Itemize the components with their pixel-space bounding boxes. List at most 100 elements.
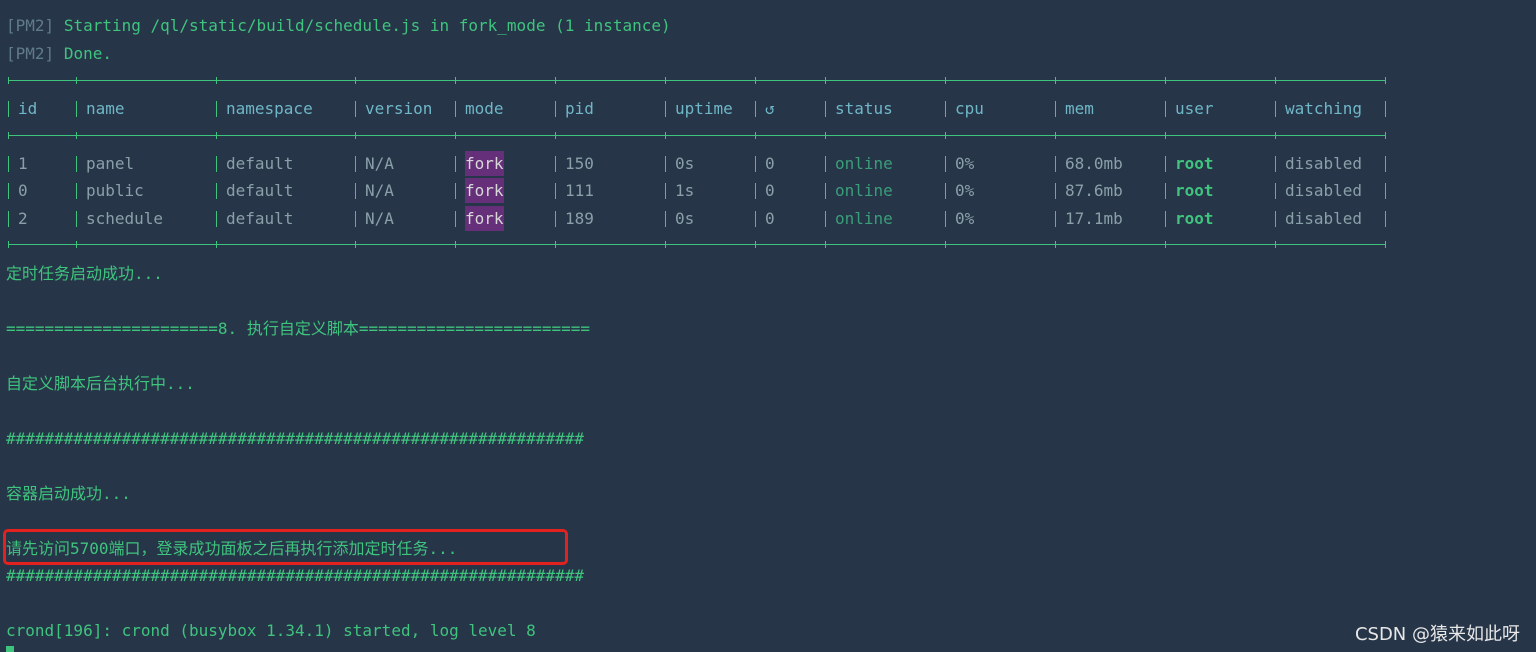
table-cell-name: schedule bbox=[86, 209, 164, 228]
pm2-tag: [PM2] bbox=[6, 16, 55, 35]
table-cell-user: root bbox=[1175, 154, 1214, 173]
table-border-tick bbox=[755, 241, 756, 248]
step8-line: ======================8. 执行自定义脚本========… bbox=[6, 319, 591, 338]
table-column-separator bbox=[1275, 211, 1276, 227]
hash-divider: ########################################… bbox=[6, 429, 584, 448]
table-cell-status: online bbox=[835, 154, 893, 173]
table-column-separator bbox=[1055, 183, 1056, 199]
table-header-user: user bbox=[1175, 99, 1214, 118]
table-cell-version: N/A bbox=[365, 209, 394, 228]
table-border-tick bbox=[555, 132, 556, 139]
table-cell-pid: 111 bbox=[565, 181, 594, 200]
table-column-separator bbox=[755, 183, 756, 199]
table-border-tick bbox=[1165, 241, 1166, 248]
table-column-separator bbox=[1055, 156, 1056, 172]
table-cell-uptime: 0s bbox=[675, 154, 695, 173]
table-column-separator bbox=[8, 211, 9, 227]
table-cell-status: online bbox=[835, 181, 893, 200]
table-cell-watching: disabled bbox=[1285, 181, 1363, 200]
table-column-separator bbox=[555, 183, 556, 199]
table-column-separator bbox=[8, 183, 9, 199]
table-column-separator bbox=[1165, 101, 1166, 117]
table-cell-namespace: default bbox=[226, 181, 294, 200]
table-column-separator bbox=[8, 156, 9, 172]
table-border-tick bbox=[1055, 132, 1056, 139]
table-cell-mode: fork bbox=[465, 178, 504, 203]
table-column-separator bbox=[455, 211, 456, 227]
table-column-separator bbox=[1055, 211, 1056, 227]
table-cell-pid: 150 bbox=[565, 154, 594, 173]
table-border-tick bbox=[455, 77, 456, 84]
table-column-separator bbox=[76, 183, 77, 199]
table-column-separator bbox=[1385, 101, 1386, 117]
table-border-tick bbox=[355, 241, 356, 248]
pm2-tag: [PM2] bbox=[6, 44, 55, 63]
table-header-cpu: cpu bbox=[955, 99, 984, 118]
table-cell-status: online bbox=[835, 209, 893, 228]
table-border-tick bbox=[1165, 132, 1166, 139]
table-column-separator bbox=[665, 211, 666, 227]
table-cell-id: 2 bbox=[18, 209, 28, 228]
table-cell-user: root bbox=[1175, 209, 1214, 228]
table-border-tick bbox=[455, 132, 456, 139]
table-border-tick bbox=[825, 77, 826, 84]
table-border-tick bbox=[1275, 77, 1276, 84]
table-border-tick bbox=[945, 241, 946, 248]
pm2-done-line: [PM2] Done. bbox=[6, 44, 112, 64]
table-border-tick bbox=[825, 132, 826, 139]
table-border-tick bbox=[1055, 241, 1056, 248]
mode-badge: fork bbox=[465, 178, 504, 203]
table-header-namespace: namespace bbox=[226, 99, 313, 118]
table-column-separator bbox=[455, 183, 456, 199]
terminal-cursor bbox=[6, 646, 14, 652]
pm2-done-text: Done. bbox=[63, 44, 112, 63]
table-column-separator bbox=[455, 101, 456, 117]
table-cell-restart: 0 bbox=[765, 181, 775, 200]
table-column-separator bbox=[1385, 156, 1386, 172]
table-border-tick bbox=[1165, 77, 1166, 84]
table-column-separator bbox=[355, 211, 356, 227]
table-cell-user: root bbox=[1175, 181, 1214, 200]
table-border-tick bbox=[1275, 241, 1276, 248]
table-column-separator bbox=[355, 183, 356, 199]
table-border-tick bbox=[355, 132, 356, 139]
table-column-separator bbox=[216, 211, 217, 227]
table-border-tick bbox=[76, 132, 77, 139]
table-border-tick bbox=[555, 77, 556, 84]
table-column-separator bbox=[216, 183, 217, 199]
table-cell-mem: 68.0mb bbox=[1065, 154, 1123, 173]
table-column-separator bbox=[76, 211, 77, 227]
table-header-watching: watching bbox=[1285, 99, 1363, 118]
table-cell-uptime: 1s bbox=[675, 181, 695, 200]
table-border-tick bbox=[216, 132, 217, 139]
table-column-separator bbox=[455, 156, 456, 172]
csdn-watermark: CSDN @猿来如此呀 bbox=[1354, 624, 1520, 645]
table-column-separator bbox=[665, 183, 666, 199]
table-top-border bbox=[8, 77, 1386, 84]
hash-divider: ########################################… bbox=[6, 566, 584, 585]
table-column-separator bbox=[755, 156, 756, 172]
table-column-separator bbox=[76, 156, 77, 172]
table-cell-version: N/A bbox=[365, 181, 394, 200]
pm2-starting-line: [PM2] Starting /ql/static/build/schedule… bbox=[6, 16, 671, 36]
table-border-tick bbox=[216, 77, 217, 84]
table-column-separator bbox=[825, 183, 826, 199]
table-cell-restart: 0 bbox=[765, 209, 775, 228]
table-column-separator bbox=[555, 211, 556, 227]
table-border-tick bbox=[665, 132, 666, 139]
table-header-status: status bbox=[835, 99, 893, 118]
table-column-separator bbox=[355, 156, 356, 172]
mode-badge: fork bbox=[465, 151, 504, 176]
pm2-starting-text: Starting /ql/static/build/schedule.js in… bbox=[63, 16, 671, 35]
table-border-tick bbox=[8, 132, 9, 139]
table-border-tick bbox=[755, 132, 756, 139]
table-border-tick bbox=[1385, 132, 1386, 139]
table-border-tick bbox=[945, 132, 946, 139]
table-cell-cpu: 0% bbox=[955, 209, 975, 228]
table-cell-namespace: default bbox=[226, 209, 294, 228]
table-cell-pid: 189 bbox=[565, 209, 594, 228]
table-column-separator bbox=[555, 156, 556, 172]
table-column-separator bbox=[945, 211, 946, 227]
table-header-restart: ↺ bbox=[765, 99, 775, 118]
table-border-tick bbox=[76, 241, 77, 248]
